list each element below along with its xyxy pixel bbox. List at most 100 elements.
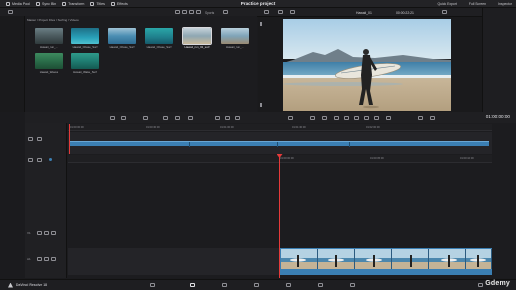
media-clip-label: Hawaii_Wake_Surf [73, 70, 97, 74]
media-pool-tab[interactable]: Media Pool [6, 1, 30, 6]
inspector-button[interactable]: Inspector [498, 2, 512, 6]
fairlight-page-icon[interactable] [318, 283, 323, 287]
media-pool-icon [6, 1, 10, 6]
match-frame-icon[interactable] [418, 115, 423, 120]
viewer-options-icon[interactable] [442, 10, 447, 14]
ruler-tick-label: 01:01:30:00 [292, 125, 306, 129]
upper-track-view-icon[interactable] [37, 137, 42, 141]
titles-label: Titles [96, 1, 105, 6]
media-clip-thumbnail[interactable] [221, 28, 249, 44]
upper-playhead[interactable] [69, 124, 70, 154]
full-screen-button[interactable]: Full Screen [469, 2, 486, 6]
snap-icon[interactable] [188, 115, 193, 120]
media-clip-label: Hawaii_Waves [39, 70, 59, 74]
clip-frame-thumbnail [318, 249, 355, 269]
media-clip-thumbnail[interactable] [35, 53, 63, 69]
home-icon[interactable] [478, 283, 483, 287]
fusion-page-icon[interactable] [254, 283, 259, 287]
audio-solo-icon[interactable] [51, 257, 56, 261]
clip-frame-thumbnail [281, 249, 318, 269]
stop-icon[interactable] [354, 115, 359, 120]
quick-export-button[interactable]: Quick Export [437, 2, 456, 6]
media-page-icon[interactable] [150, 283, 155, 287]
track-lock-icon[interactable] [37, 231, 42, 235]
cut-page-icon[interactable] [190, 283, 195, 287]
effects-tab[interactable]: Effects [110, 1, 128, 6]
track-headers: V1 A1 [25, 123, 67, 278]
track-color-dot [49, 158, 52, 161]
play-icon[interactable] [364, 115, 369, 120]
sort-label[interactable]: Sports [205, 11, 214, 15]
viewer-zoom-icon[interactable] [264, 10, 269, 14]
upper-timeline-ruler[interactable]: 01:00:00:00 01:00:30:00 01:01:00:00 01:0… [68, 124, 492, 131]
sidebar-toggle-icon[interactable] [8, 10, 13, 14]
media-pool-label: Media Pool [12, 1, 30, 6]
viewer-timecode: 01:00:00:00 [485, 113, 510, 119]
track-enable-icon[interactable] [44, 231, 49, 235]
titles-tab[interactable]: Titles [90, 1, 105, 6]
trim-tool-icon[interactable] [121, 115, 126, 120]
list-view-icon[interactable] [175, 10, 180, 14]
clip-divider [277, 142, 278, 147]
edit-page-icon[interactable] [222, 283, 227, 287]
media-clip-label: Hawaii_run_... [226, 45, 244, 49]
bin-sidebar [0, 16, 25, 112]
deliver-page-icon[interactable] [350, 283, 355, 287]
media-clip-label: Hawaii_Chase_Surf [146, 45, 172, 49]
viewer-layout-icon[interactable] [278, 10, 283, 14]
grid-view-icon[interactable] [182, 10, 187, 14]
clip-frame-thumbnail [392, 249, 429, 269]
transform-tab[interactable]: Transform [62, 1, 85, 6]
ruler-tick-label: 01:00:00:00 [70, 125, 84, 129]
media-clip-thumbnail-selected[interactable] [182, 27, 212, 45]
media-clip-label: Hawaii_run_... [40, 45, 58, 49]
ruler-tick-label: 01:01:00:00 [220, 125, 234, 129]
viewer-mode-icon[interactable] [290, 10, 295, 14]
sync-bin-tab[interactable]: Sync Bin [35, 1, 57, 6]
timeline-options-icon[interactable] [28, 158, 33, 162]
audio-speaker-icon[interactable] [44, 257, 49, 261]
viewer-left-arrow-icon[interactable] [260, 22, 264, 26]
timeline-playhead[interactable] [279, 155, 280, 278]
in-point-icon[interactable] [310, 115, 315, 120]
blade-tool-icon[interactable] [143, 115, 148, 120]
color-page-icon[interactable] [286, 283, 291, 287]
upper-timeline-clip[interactable] [69, 141, 489, 147]
marker-icon[interactable] [175, 115, 180, 120]
go-to-start-icon[interactable] [334, 115, 339, 120]
sync-bin-label: Sync Bin [41, 1, 57, 6]
step-forward-icon[interactable] [374, 115, 379, 120]
track-visibility-icon[interactable] [51, 231, 56, 235]
sort-icon[interactable] [196, 10, 201, 14]
media-clip-thumbnail[interactable] [35, 28, 63, 44]
audio-scrub-icon[interactable] [225, 115, 230, 120]
viewer-frame[interactable] [283, 19, 451, 111]
auto-track-icon[interactable] [37, 158, 42, 162]
media-clip-thumbnail[interactable] [71, 53, 99, 69]
media-clip-thumbnail[interactable] [71, 28, 99, 44]
thumb-view-icon[interactable] [189, 10, 194, 14]
media-clip-thumbnail[interactable] [145, 28, 173, 44]
clip-frame-thumbnail [466, 249, 492, 269]
flag-icon[interactable] [163, 115, 168, 120]
go-to-end-icon[interactable] [386, 115, 391, 120]
ruler-tick-label: 01:00:00:00 [280, 157, 294, 160]
select-tool-icon[interactable] [110, 115, 115, 120]
media-clip-label: Hawaii_run_02_surf [184, 45, 210, 49]
audio-lock-icon[interactable] [37, 257, 42, 261]
zoom-icon[interactable] [235, 115, 240, 120]
track-number-a1: A1 [27, 257, 31, 261]
upper-track-lock-icon[interactable] [28, 137, 33, 141]
timeline-toolbar [25, 112, 258, 123]
viewer-left-arrow-icon-bottom[interactable] [260, 103, 264, 107]
media-clip-thumbnail[interactable] [108, 28, 136, 44]
clip-info-icon[interactable] [430, 115, 435, 120]
search-icon[interactable] [223, 10, 228, 14]
out-point-icon[interactable] [322, 115, 327, 120]
media-pool-path: Master / Project Files / Surfing / Video… [27, 17, 79, 22]
loop-icon[interactable] [288, 115, 293, 120]
ruler-tick-label: 01:00:10:00 [460, 157, 474, 160]
step-back-icon[interactable] [344, 115, 349, 120]
transform-label: Transform [68, 1, 85, 6]
link-icon[interactable] [215, 115, 220, 120]
